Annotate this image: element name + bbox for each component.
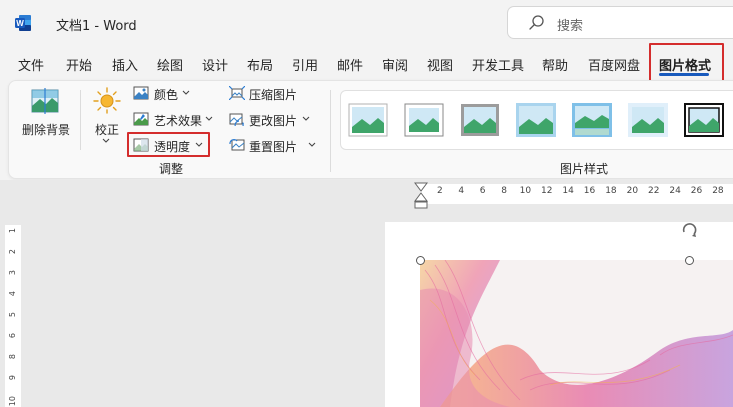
remove-background-icon xyxy=(31,88,59,114)
artistic-effects-icon xyxy=(133,112,149,126)
reset-picture-icon xyxy=(229,139,245,151)
ruler-number: 3 xyxy=(8,270,17,276)
tab-references[interactable]: 引用 xyxy=(292,55,318,74)
ruler-number: 14 xyxy=(562,186,574,196)
tab-help[interactable]: 帮助 xyxy=(542,55,568,74)
ruler-number: 4 xyxy=(458,186,465,196)
resize-handle-top-center[interactable] xyxy=(685,256,694,265)
picture-style-white-frame[interactable] xyxy=(404,103,444,137)
remove-background-button[interactable]: 删除背景 xyxy=(22,121,70,138)
ruler-number: 10 xyxy=(519,186,532,196)
picture-style-shadow-rectangle[interactable] xyxy=(460,103,500,137)
picture-style-soft-edge[interactable] xyxy=(516,103,556,137)
ruler-number: 20 xyxy=(626,186,639,196)
ruler-number: 8 xyxy=(8,354,17,360)
tab-view[interactable]: 视图 xyxy=(427,55,453,74)
change-picture-icon xyxy=(229,113,244,126)
tab-home[interactable]: 开始 xyxy=(66,55,92,74)
chevron-down-icon xyxy=(182,90,190,95)
search-input[interactable]: 搜索 xyxy=(557,15,583,34)
ruler-number: 22 xyxy=(648,186,660,196)
svg-text:W: W xyxy=(16,19,24,28)
ruler-number: 6 xyxy=(8,333,17,339)
tab-design[interactable]: 设计 xyxy=(202,55,228,74)
ruler-number: 18 xyxy=(605,186,617,196)
ruler-number: 1 xyxy=(8,228,17,234)
reset-picture-button[interactable]: 重置图片 xyxy=(249,138,297,155)
ruler-number: 26 xyxy=(690,186,703,196)
rotate-handle-icon[interactable] xyxy=(680,220,700,238)
change-picture-button[interactable]: 更改图片 xyxy=(249,112,297,129)
tab-baidu-pan[interactable]: 百度网盘 xyxy=(588,55,640,74)
ruler-number: 9 xyxy=(8,375,17,381)
transparency-highlight xyxy=(127,132,210,157)
adjust-group-label: 调整 xyxy=(159,162,184,176)
compress-pictures-icon xyxy=(229,86,245,100)
chevron-down-icon xyxy=(302,116,310,121)
ruler-number: 24 xyxy=(669,186,681,196)
picture-style-reflected[interactable] xyxy=(572,103,612,137)
ribbon-divider xyxy=(80,90,81,150)
chevron-down-icon xyxy=(102,138,110,143)
color-icon xyxy=(133,86,149,100)
corrections-sun-icon xyxy=(93,87,121,114)
ruler-indent-marker-icon[interactable] xyxy=(413,182,429,210)
ruler-number: 2 xyxy=(437,186,443,196)
tab-developer[interactable]: 开发工具 xyxy=(472,55,524,74)
horizontal-ruler[interactable] xyxy=(420,184,733,204)
picture-content xyxy=(420,260,733,407)
chevron-down-icon xyxy=(308,142,316,147)
tab-draw[interactable]: 绘图 xyxy=(157,55,183,74)
artistic-effects-button[interactable]: 艺术效果 xyxy=(154,112,202,129)
chevron-down-icon xyxy=(205,116,213,121)
ruler-number: 28 xyxy=(712,186,724,196)
ruler-number: 5 xyxy=(8,312,17,318)
ruler-number: 8 xyxy=(501,186,507,196)
picture-styles-group-label: 图片样式 xyxy=(560,162,609,176)
compress-pictures-button[interactable]: 压缩图片 xyxy=(249,86,297,103)
picture-style-soft-glow[interactable] xyxy=(628,103,668,137)
picture-style-black-frame[interactable] xyxy=(684,103,724,137)
corrections-button[interactable]: 校正 xyxy=(95,121,119,138)
color-button[interactable]: 颜色 xyxy=(154,86,178,103)
ruler-number: 2 xyxy=(8,249,17,255)
tab-insert[interactable]: 插入 xyxy=(112,55,138,74)
ribbon-divider xyxy=(330,90,331,172)
inserted-picture[interactable] xyxy=(420,260,733,407)
ruler-number: 4 xyxy=(8,291,17,297)
tab-review[interactable]: 审阅 xyxy=(382,55,408,74)
picture-style-simple-frame[interactable] xyxy=(348,103,388,137)
ruler-number: 12 xyxy=(541,186,553,196)
tab-layout[interactable]: 布局 xyxy=(247,55,273,74)
ruler-number: 10 xyxy=(8,396,17,407)
window-title: 文档1 - Word xyxy=(56,19,137,34)
tab-file[interactable]: 文件 xyxy=(18,55,44,74)
tab-mailings[interactable]: 邮件 xyxy=(337,55,363,74)
ruler-number: 6 xyxy=(479,186,486,196)
search-icon xyxy=(529,15,544,30)
word-logo-icon: W xyxy=(15,15,31,31)
ruler-number: 16 xyxy=(583,186,596,196)
resize-handle-top-left[interactable] xyxy=(416,256,425,265)
